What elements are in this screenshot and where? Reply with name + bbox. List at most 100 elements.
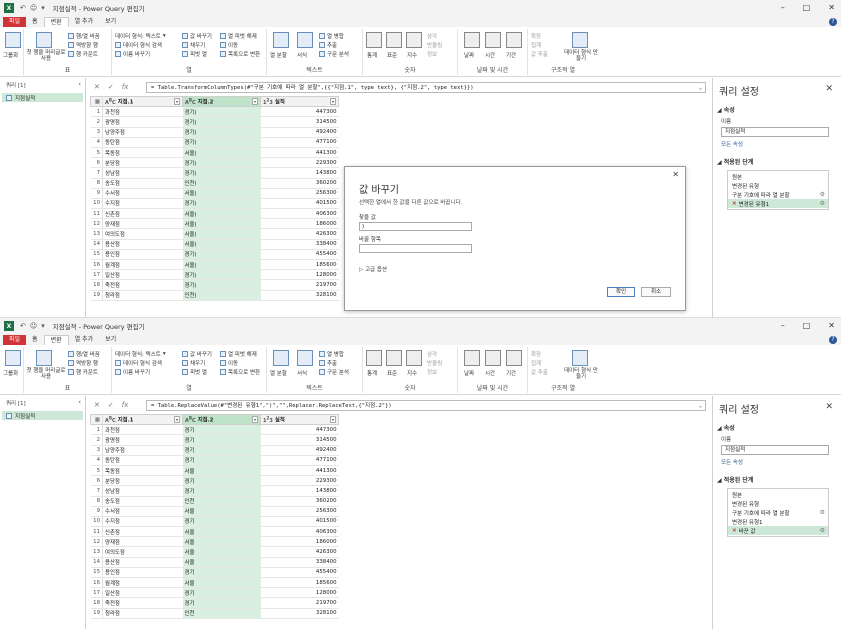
table-row[interactable]: 11 신촌점 서울) 406300: [90, 208, 339, 220]
cell-region[interactable]: 경기): [182, 116, 261, 128]
step-settings-gear-icon[interactable]: ⚙: [820, 509, 825, 516]
cell-region[interactable]: 경기): [182, 269, 261, 281]
cell-region[interactable]: 경기): [182, 127, 261, 138]
dropdown-icon[interactable]: ▾: [41, 4, 45, 12]
table-row[interactable]: 1 과천점 경기 447300: [90, 424, 339, 436]
filter-dropdown-icon[interactable]: ▾: [252, 416, 258, 423]
column-header-2[interactable]: ABC 지점.2 ▾: [182, 95, 261, 108]
cell-branch-name[interactable]: 분당점: [102, 475, 183, 487]
table-row[interactable]: 3 남양주점 경기) 492400: [90, 127, 339, 138]
unpivot-button[interactable]: 열 피벗 해제: [220, 32, 257, 40]
table-row[interactable]: 9 수서점 서울) 256300: [90, 188, 339, 199]
cell-branch-name[interactable]: 여의도점: [102, 228, 183, 240]
table-row[interactable]: 2 광명점 경기 314500: [90, 434, 339, 446]
cell-region[interactable]: 서울): [182, 218, 261, 230]
table-row[interactable]: 15 용인점 경기 455400: [90, 567, 339, 579]
cell-region[interactable]: 서울: [182, 465, 261, 477]
close-pane-icon[interactable]: ✕: [825, 84, 833, 94]
table-row[interactable]: 18 죽전점 경기) 219700: [90, 279, 339, 291]
grid-corner[interactable]: ▦: [90, 413, 103, 426]
cell-performance[interactable]: 426300: [260, 228, 339, 240]
delete-step-icon[interactable]: ✕: [732, 201, 737, 207]
properties-section[interactable]: ◢ 속성: [713, 421, 841, 434]
cell-branch-name[interactable]: 수서점: [102, 188, 183, 199]
cell-branch-name[interactable]: 용인점: [102, 249, 183, 261]
statistics-button[interactable]: 통계: [367, 369, 377, 377]
cell-branch-name[interactable]: 죽전점: [102, 279, 183, 291]
cell-branch-name[interactable]: 용인점: [102, 567, 183, 579]
cell-branch-name[interactable]: 용산점: [102, 557, 183, 568]
maximize-icon[interactable]: □: [803, 321, 811, 330]
cell-branch-name[interactable]: 일산점: [102, 587, 183, 599]
cell-performance[interactable]: 185600: [260, 577, 339, 589]
pivot-column-button[interactable]: 피벗 열: [182, 368, 207, 376]
date-button[interactable]: 날짜: [464, 369, 474, 377]
cell-performance[interactable]: 447300: [260, 106, 339, 118]
data-type-dropdown[interactable]: 데이터 형식: 텍스트 ▾: [115, 350, 166, 358]
pivot-column-button[interactable]: 피벗 열: [182, 50, 207, 58]
create-data-type-button[interactable]: 데이터 형식 만들기: [564, 368, 598, 380]
cell-performance[interactable]: 256300: [260, 188, 339, 199]
cell-region[interactable]: 경기: [182, 445, 261, 456]
cell-branch-name[interactable]: 목동점: [102, 465, 183, 477]
replace-value-input[interactable]: [359, 244, 472, 253]
table-row[interactable]: 16 월계점 서울 185600: [90, 577, 339, 589]
cell-branch-name[interactable]: 동탄점: [102, 137, 183, 148]
help-icon[interactable]: ?: [829, 336, 837, 344]
filter-dropdown-icon[interactable]: ▾: [174, 416, 180, 423]
cell-branch-name[interactable]: 성남점: [102, 485, 183, 497]
count-rows-button[interactable]: 행 카운트: [68, 50, 98, 58]
ok-button[interactable]: 확인: [607, 287, 635, 297]
table-row[interactable]: 9 수서점 서울 256300: [90, 506, 339, 517]
cell-branch-name[interactable]: 수서점: [102, 506, 183, 517]
column-header-3[interactable]: 123 실적 ▾: [260, 95, 339, 108]
cell-branch-name[interactable]: 광명점: [102, 434, 183, 446]
parse-button[interactable]: 구문 분석: [319, 50, 349, 58]
close-pane-icon[interactable]: ✕: [825, 402, 833, 412]
collapse-icon[interactable]: ‹: [78, 398, 81, 406]
extract-values-button[interactable]: 값 추출: [531, 368, 548, 376]
cell-region[interactable]: 서울: [182, 506, 261, 517]
cell-region[interactable]: 서울): [182, 147, 261, 159]
expand-formula-icon[interactable]: ⌄: [699, 83, 702, 92]
confirm-formula-icon[interactable]: ✓: [108, 83, 114, 91]
cell-performance[interactable]: 447300: [260, 424, 339, 436]
table-row[interactable]: 17 일산점 경기) 128000: [90, 269, 339, 281]
cell-branch-name[interactable]: 신촌점: [102, 208, 183, 220]
cell-region[interactable]: 경기): [182, 106, 261, 118]
column-header-3[interactable]: 123 실적 ▾: [260, 413, 339, 426]
cell-branch-name[interactable]: 남양주점: [102, 445, 183, 456]
cell-performance[interactable]: 219700: [260, 279, 339, 291]
find-value-input[interactable]: ): [359, 222, 472, 231]
cell-region[interactable]: 경기): [182, 279, 261, 291]
table-row[interactable]: 14 용산점 서울) 338400: [90, 239, 339, 250]
create-data-type-button[interactable]: 데이터 형식 만들기: [564, 50, 598, 62]
table-row[interactable]: 6 분당점 경기) 229300: [90, 157, 339, 169]
cell-performance[interactable]: 441300: [260, 465, 339, 477]
cell-region[interactable]: 서울): [182, 188, 261, 199]
cell-performance[interactable]: 143800: [260, 167, 339, 179]
cell-performance[interactable]: 492400: [260, 445, 339, 456]
cell-branch-name[interactable]: 일산점: [102, 269, 183, 281]
expand-button[interactable]: 확장: [531, 350, 541, 358]
table-row[interactable]: 2 광명점 경기) 314500: [90, 116, 339, 128]
rounding-button[interactable]: 반올림: [427, 41, 442, 49]
table-row[interactable]: 19 청라점 인천) 328100: [90, 290, 339, 301]
tab-add-column[interactable]: 열 추가: [69, 335, 99, 345]
cell-region[interactable]: 인천): [182, 290, 261, 301]
applied-step[interactable]: 구분 기호에 따라 열 분할 ⚙: [728, 190, 828, 199]
table-row[interactable]: 10 수지점 경기) 401500: [90, 198, 339, 210]
cell-performance[interactable]: 219700: [260, 597, 339, 609]
table-row[interactable]: 5 목동점 서울) 441300: [90, 147, 339, 159]
dialog-close-icon[interactable]: ✕: [672, 170, 679, 179]
table-row[interactable]: 10 수지점 경기 401500: [90, 516, 339, 528]
cell-performance[interactable]: 406300: [260, 526, 339, 538]
cell-performance[interactable]: 360200: [260, 496, 339, 507]
group-by-button[interactable]: 그룹화: [3, 369, 18, 377]
use-first-row-button[interactable]: 첫 행을 머리글로 사용: [26, 50, 66, 62]
cell-branch-name[interactable]: 청라점: [102, 608, 183, 619]
data-type-dropdown[interactable]: 데이터 형식: 텍스트 ▾: [115, 32, 166, 40]
step-settings-gear-icon[interactable]: ⚙: [820, 527, 825, 534]
expand-formula-icon[interactable]: ⌄: [699, 401, 702, 410]
filter-dropdown-icon[interactable]: ▾: [174, 98, 180, 105]
